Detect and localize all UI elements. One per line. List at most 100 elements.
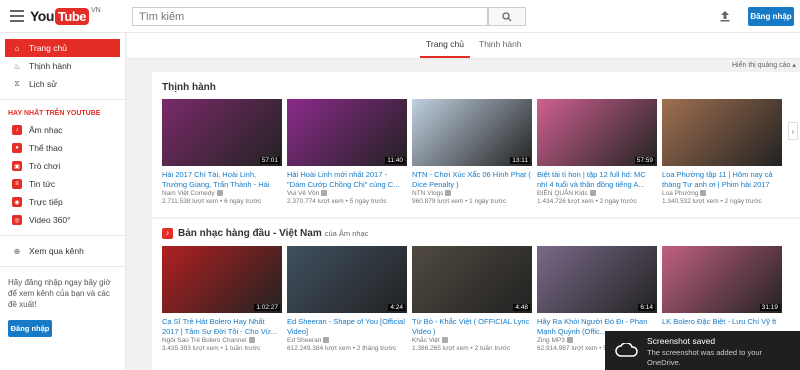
tab-trending[interactable]: Thịnh hành (479, 39, 522, 49)
video-duration: 57:59 (634, 157, 655, 164)
sidebar-divider (0, 235, 125, 236)
video-channel[interactable]: Ed Sheeran (287, 337, 321, 344)
video-channel[interactable]: Zing MP3 (537, 337, 565, 344)
upload-icon[interactable] (718, 9, 732, 23)
video-channel[interactable]: Ngôi Sao Trẻ Bolero Channel (162, 337, 247, 344)
video-card[interactable]: 4:48 Từ Bỏ - Khắc Việt ( OFFICIAL Lyric V… (412, 246, 532, 352)
sidebar-item-trending[interactable]: ♨ Thịnh hành (0, 57, 125, 75)
video-views: 1.434.726 lượt xem (537, 198, 594, 205)
video-title[interactable]: NTN - Chơi Xúc Xắc 06 Hình Phạt ( Dice P… (412, 170, 532, 189)
video-title[interactable]: Hài 2017 Chí Tài, Hoài Linh, Trường Gian… (162, 170, 282, 189)
sidebar-item-label: Trang chủ (29, 43, 67, 53)
video-channel[interactable]: Loa Phường (662, 190, 698, 197)
video-card[interactable]: 13:11 NTN - Chơi Xúc Xắc 06 Hình Phạt ( D… (412, 99, 532, 205)
shelf-title[interactable]: Thịnh hành (162, 82, 216, 93)
video-views: 2.370.774 lượt xem (287, 198, 344, 205)
video-title[interactable]: Hài Hoài Linh mới nhất 2017 - "Dám Cướp … (287, 170, 407, 189)
video-views: 612.249.384 lượt xem (287, 345, 351, 352)
video-meta: 2.711.538 lượt xem • 6 ngày trước (162, 198, 282, 205)
verified-icon (445, 190, 452, 197)
video-thumbnail[interactable]: 4:48 (412, 246, 532, 313)
video-meta: 3.435.393 lượt xem • 1 tuần trước (162, 345, 282, 352)
video-age: 6 ngày trước (224, 198, 262, 205)
video-title[interactable]: Ed Sheeran - Shape of You [Official Vide… (287, 317, 407, 336)
video-channel[interactable]: Vui Vẻ Vồn (287, 190, 319, 197)
sidebar-item-browse-channels[interactable]: ⊕ Xem qua kênh (0, 242, 125, 260)
video-age: 2 ngày trước (599, 198, 637, 205)
sidebar-item-label: Thể thao (29, 143, 63, 153)
verified-icon (248, 337, 255, 344)
video-thumbnail[interactable]: 57:01 (162, 99, 282, 166)
video-card[interactable]: Loa Phường tập 11 | Hôm nay cả thàng Tư … (662, 99, 782, 205)
trending-shelf: Thịnh hành 57:01 Hài 2017 Chí Tài, Hoài L… (152, 72, 800, 217)
sidebar-item-label: Tin tức (29, 179, 56, 189)
video-title[interactable]: Loa Phường tập 11 | Hôm nay cả thàng Tư … (662, 170, 782, 189)
video-thumbnail[interactable]: 1:02:27 (162, 246, 282, 313)
search-button[interactable] (488, 7, 526, 26)
video-channel[interactable]: NTN Vlogs (412, 190, 443, 197)
video-title[interactable]: Biệt tài tí hon | tập 12 full hd: MC nhí… (537, 170, 657, 189)
toast-title: Screenshot saved (647, 336, 716, 346)
shelf-subtitle[interactable]: của Âm nhạc (325, 229, 369, 238)
sports-icon: ● (12, 143, 22, 153)
video-card[interactable]: 4:24 Ed Sheeran - Shape of You [Official … (287, 246, 407, 352)
sidebar-item-home[interactable]: ⌂ Trang chủ (5, 39, 120, 57)
flame-icon: ♨ (13, 61, 21, 71)
sidebar-item-history[interactable]: ⧖ Lịch sử (0, 75, 125, 93)
shelf-next-arrow[interactable]: › (788, 122, 798, 140)
verified-icon (589, 190, 596, 197)
video-list: 57:01 Hài 2017 Chí Tài, Hoài Linh, Trường… (162, 99, 787, 205)
video-card[interactable]: 11:40 Hài Hoài Linh mới nhất 2017 - "Dám … (287, 99, 407, 205)
video-title[interactable]: Ca Sĩ Trẻ Hát Bolero Hay Nhất 2017 | Tâm… (162, 317, 282, 336)
video-card[interactable]: 57:59 Biệt tài tí hon | tập 12 full hd: M… (537, 99, 657, 205)
video-thumbnail[interactable]: 57:59 (537, 99, 657, 166)
video-channel-row: Ngôi Sao Trẻ Bolero Channel (162, 337, 282, 344)
sidebar-item-sports[interactable]: ● Thể thao (0, 139, 125, 157)
video-channel[interactable]: Khắc Việt (412, 337, 440, 344)
sidebar-item-label: Âm nhạc (29, 125, 63, 135)
signin-button[interactable]: Đăng nhập (748, 7, 794, 26)
sidebar-item-label: Xem qua kênh (29, 246, 84, 256)
sidebar-item-live[interactable]: ◉ Trực tiếp (0, 193, 125, 211)
video-duration: 13:11 (510, 157, 530, 164)
logo-you: You (30, 8, 54, 24)
sidebar-item-gaming[interactable]: ▣ Trò chơi (0, 157, 125, 175)
search-input[interactable] (132, 7, 488, 26)
video-thumbnail[interactable]: 11:40 (287, 99, 407, 166)
sidebar-section-title: HAY NHẤT TRÊN YOUTUBE (0, 99, 125, 121)
sidebar-item-music[interactable]: ♪ Âm nhạc (0, 121, 125, 139)
youtube-logo[interactable]: You Tube VN (30, 6, 101, 26)
video-card[interactable]: 57:01 Hài 2017 Chí Tài, Hoài Linh, Trường… (162, 99, 282, 205)
tab-home[interactable]: Trang chủ (426, 39, 464, 49)
live-icon: ◉ (12, 197, 22, 207)
verified-icon (700, 190, 707, 197)
video-thumbnail[interactable]: 6:14 (537, 246, 657, 313)
video-duration: 4:24 (388, 304, 405, 311)
ad-visibility-toggle[interactable]: Hiển thị quảng cáo ▴ (732, 61, 796, 69)
video-thumbnail[interactable]: 13:11 (412, 99, 532, 166)
video-title[interactable]: Từ Bỏ - Khắc Việt ( OFFICIAL Lyric Video… (412, 317, 532, 336)
360-icon: ◎ (12, 215, 22, 225)
video-channel[interactable]: Nam Việt Comedy (162, 190, 215, 197)
shelf-title[interactable]: Bản nhạc hàng đầu - Việt Nam (178, 228, 322, 239)
video-meta: 960.879 lượt xem • 1 ngày trước (412, 198, 532, 205)
video-thumbnail[interactable]: 31:19 (662, 246, 782, 313)
video-thumbnail[interactable]: 4:24 (287, 246, 407, 313)
video-meta: 1.386.265 lượt xem • 2 tuần trước (412, 345, 532, 352)
video-card[interactable]: 1:02:27 Ca Sĩ Trẻ Hát Bolero Hay Nhất 201… (162, 246, 282, 352)
video-channel-row: ĐIỀN QUÂN Kids (537, 190, 657, 197)
video-channel-row: Ed Sheeran (287, 337, 407, 344)
verified-icon (321, 190, 328, 197)
music-icon: ♪ (12, 125, 22, 135)
video-channel-row: Khắc Việt (412, 337, 532, 344)
menu-icon[interactable] (10, 10, 24, 22)
sidebar-item-360[interactable]: ◎ Video 360° (0, 211, 125, 229)
sidebar-signin-button[interactable]: Đăng nhập (8, 320, 52, 337)
sidebar-item-news[interactable]: ≡ Tin tức (0, 175, 125, 193)
screenshot-toast[interactable]: Screenshot saved The screenshot was adde… (605, 331, 800, 370)
sidebar-item-label: Trực tiếp (29, 197, 63, 207)
video-views: 3.435.393 lượt xem (162, 345, 219, 352)
video-channel[interactable]: ĐIỀN QUÂN Kids (537, 190, 588, 197)
news-icon: ≡ (12, 179, 22, 189)
video-thumbnail[interactable] (662, 99, 782, 166)
